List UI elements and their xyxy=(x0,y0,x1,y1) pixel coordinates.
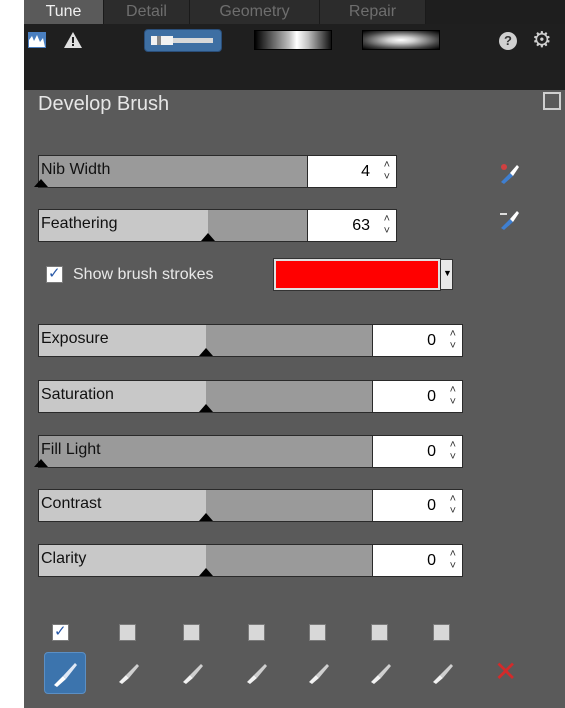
slider-handle[interactable] xyxy=(199,348,213,356)
nib-width-spinbox[interactable]: 4 ˄ ˅ xyxy=(307,156,396,187)
feathering-slider[interactable]: Feathering 63 ˄ ˅ xyxy=(38,209,397,242)
panel-title: Develop Brush xyxy=(38,93,170,115)
exposure-value: 0 xyxy=(427,332,436,349)
add-brush-icon[interactable] xyxy=(498,162,520,184)
brush-slot-button[interactable] xyxy=(423,652,465,694)
brush-icon xyxy=(183,664,203,684)
brush-icon xyxy=(433,664,453,684)
clarity-value: 0 xyxy=(427,552,436,569)
spin-arrows-icon[interactable]: ˄ ˅ xyxy=(450,384,456,408)
saturation-value: 0 xyxy=(427,388,436,405)
fill-light-slider[interactable]: Fill Light 0 ˄ ˅ xyxy=(34,435,463,468)
spin-arrows-icon[interactable]: ˄ ˅ xyxy=(450,493,456,517)
brush-slot-button[interactable] xyxy=(109,652,151,694)
brush-icon xyxy=(54,663,77,687)
brush-icon xyxy=(371,664,391,684)
nib-width-slider[interactable]: Nib Width 4 ˄ ˅ xyxy=(34,155,397,188)
app-window: Tune Detail Geometry Repair ? ⚙ Develop … xyxy=(0,0,565,708)
tab-geometry[interactable]: Geometry xyxy=(190,0,320,24)
slider-handle[interactable] xyxy=(201,233,215,241)
brush-slot-checkbox[interactable] xyxy=(119,624,136,641)
brush-slot-checkbox[interactable] xyxy=(433,624,450,641)
brush-tool-icon xyxy=(151,36,213,45)
tab-bar: Tune Detail Geometry Repair xyxy=(24,0,565,24)
saturation-spinbox[interactable]: 0 ˄ ˅ xyxy=(372,381,462,412)
contrast-label: Contrast xyxy=(41,495,102,512)
gear-icon[interactable]: ⚙ xyxy=(532,28,552,52)
brush-slot-checkbox[interactable] xyxy=(183,624,200,641)
contrast-spinbox[interactable]: 0 ˄ ˅ xyxy=(372,490,462,521)
spin-arrows-icon[interactable]: ˄ ˅ xyxy=(450,548,456,572)
contrast-slider[interactable]: Contrast 0 ˄ ˅ xyxy=(38,489,463,522)
stroke-color-swatch[interactable] xyxy=(273,258,441,291)
slider-handle[interactable] xyxy=(199,404,213,412)
contrast-value: 0 xyxy=(427,497,436,514)
spin-arrows-icon[interactable]: ˄ ˅ xyxy=(384,159,390,183)
linear-gradient-button[interactable] xyxy=(254,30,332,50)
histogram-icon[interactable] xyxy=(28,32,46,48)
erase-brush-icon[interactable] xyxy=(498,208,520,230)
spin-arrows-icon[interactable]: ˄ ˅ xyxy=(450,439,456,463)
brush-icon xyxy=(309,664,329,684)
fill-light-value: 0 xyxy=(427,443,436,460)
brush-slot-button[interactable] xyxy=(299,652,341,694)
nib-width-label: Nib Width xyxy=(41,161,111,178)
tune-panel: Tune Detail Geometry Repair ? ⚙ Develop … xyxy=(24,0,565,708)
brush-icon xyxy=(247,664,267,684)
checkmark-icon: ✓ xyxy=(54,623,67,640)
help-icon[interactable]: ? xyxy=(499,32,517,50)
brush-slot-button[interactable] xyxy=(361,652,403,694)
feathering-spinbox[interactable]: 63 ˄ ˅ xyxy=(307,210,396,241)
stroke-color-dropdown[interactable]: ▼ xyxy=(440,259,453,290)
fill-light-label: Fill Light xyxy=(41,441,101,458)
tab-tune[interactable]: Tune xyxy=(24,0,104,24)
delete-icon[interactable]: ✕ xyxy=(494,657,517,687)
clarity-slider[interactable]: Clarity 0 ˄ ˅ xyxy=(38,544,463,577)
feathering-label: Feathering xyxy=(41,215,118,232)
brush-tool-button[interactable] xyxy=(144,29,222,52)
exposure-spinbox[interactable]: 0 ˄ ˅ xyxy=(372,325,462,356)
radial-gradient-button[interactable] xyxy=(362,30,440,50)
clarity-spinbox[interactable]: 0 ˄ ˅ xyxy=(372,545,462,576)
exposure-label: Exposure xyxy=(41,330,109,347)
brush-icon xyxy=(119,664,139,684)
dropdown-arrow-icon: ▼ xyxy=(443,268,452,278)
brush-slot-checkbox[interactable] xyxy=(248,624,265,641)
spin-arrows-icon[interactable]: ˄ ˅ xyxy=(384,213,390,237)
tab-repair[interactable]: Repair xyxy=(320,0,426,24)
saturation-label: Saturation xyxy=(41,386,114,403)
feathering-value: 63 xyxy=(352,217,370,234)
nib-width-value: 4 xyxy=(361,163,370,180)
brush-slot-checkbox[interactable] xyxy=(371,624,388,641)
brush-slot-checkbox[interactable] xyxy=(309,624,326,641)
slider-handle[interactable] xyxy=(199,513,213,521)
show-strokes-label: Show brush strokes xyxy=(73,266,214,283)
slider-handle[interactable] xyxy=(34,459,48,467)
brush-slot-button[interactable] xyxy=(44,652,86,694)
exposure-slider[interactable]: Exposure 0 ˄ ˅ xyxy=(38,324,463,357)
brush-slot-checkbox[interactable]: ✓ xyxy=(52,623,69,641)
clarity-label: Clarity xyxy=(41,550,87,567)
brush-slot-button[interactable] xyxy=(173,652,215,694)
left-margin xyxy=(0,0,24,708)
saturation-slider[interactable]: Saturation 0 ˄ ˅ xyxy=(38,380,463,413)
show-strokes-checkbox[interactable]: ✓ xyxy=(46,265,63,283)
maximize-icon[interactable] xyxy=(543,92,561,110)
toolbar: ? ⚙ xyxy=(24,24,565,90)
spin-arrows-icon[interactable]: ˄ ˅ xyxy=(450,328,456,352)
slider-handle[interactable] xyxy=(34,179,48,187)
fill-light-spinbox[interactable]: 0 ˄ ˅ xyxy=(372,436,462,467)
slider-handle[interactable] xyxy=(199,568,213,576)
tab-detail[interactable]: Detail xyxy=(104,0,190,24)
warning-icon[interactable] xyxy=(64,32,82,48)
checkmark-icon: ✓ xyxy=(48,265,61,282)
brush-slot-button[interactable] xyxy=(237,652,279,694)
